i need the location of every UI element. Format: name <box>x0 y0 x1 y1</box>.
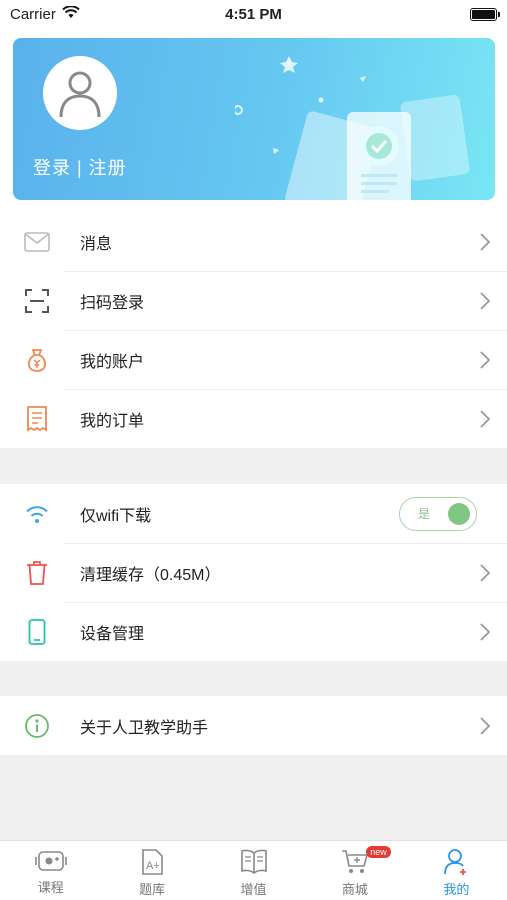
chevron-right-icon <box>463 716 507 736</box>
tab-mine[interactable]: 我的 <box>406 841 507 900</box>
svg-text:A+: A+ <box>146 860 160 872</box>
tab-mall[interactable]: new 商城 <box>304 841 405 900</box>
avatar[interactable] <box>43 56 117 130</box>
wifi-only-toggle[interactable]: 是 <box>399 496 477 531</box>
scan-icon <box>0 288 64 313</box>
tab-label: 课程 <box>37 880 64 895</box>
menu-item-label: 消息 <box>80 235 113 253</box>
chevron-right-icon <box>463 622 507 642</box>
user-avatar-icon <box>59 71 101 118</box>
receipt-icon <box>0 405 64 432</box>
tab-label: 我的 <box>443 882 470 897</box>
course-icon <box>34 851 67 871</box>
menu-item-wifi-only: 仅wifi下载 是 <box>0 484 507 543</box>
profile-banner[interactable]: 登录 | 注册 <box>13 38 495 200</box>
menu-item-scan-login[interactable]: 扫码登录 <box>0 271 507 330</box>
money-bag-icon <box>0 347 64 373</box>
chevron-right-icon <box>463 409 507 429</box>
tab-value-added[interactable]: 增值 <box>203 841 304 900</box>
profile-header: 登录 | 注册 <box>0 28 507 212</box>
chevron-right-icon <box>463 291 507 311</box>
toggle-knob <box>448 502 470 525</box>
menu-group-account: 消息 扫码登录 我的账户 我的订单 <box>0 212 507 448</box>
menu-item-label: 仅wifi下载 <box>80 507 152 525</box>
wifi-icon <box>0 504 64 524</box>
phone-icon <box>0 618 64 645</box>
carrier-label: Carrier <box>10 5 56 23</box>
book-icon <box>240 849 267 874</box>
menu-item-label: 关于人卫教学助手 <box>80 719 209 737</box>
tab-label: 商城 <box>341 882 368 897</box>
menu-group-about: 关于人卫教学助手 <box>0 696 507 755</box>
bottom-tab-bar: 课程 A+ 题库 增值 new 商城 我的 <box>0 840 507 900</box>
menu-item-device-management[interactable]: 设备管理 <box>0 602 507 661</box>
menu-item-label: 我的账户 <box>80 353 145 371</box>
menu-item-about[interactable]: 关于人卫教学助手 <box>0 696 507 755</box>
info-icon <box>0 713 64 739</box>
menu-item-my-orders[interactable]: 我的订单 <box>0 389 507 448</box>
trash-icon <box>0 560 64 586</box>
chevron-right-icon <box>463 563 507 583</box>
wifi-signal-icon <box>62 4 80 23</box>
tab-label: 题库 <box>139 882 166 897</box>
tab-label: 增值 <box>240 882 267 897</box>
menu-item-label: 扫码登录 <box>80 294 145 312</box>
login-register-link[interactable]: 登录 | 注册 <box>33 154 127 180</box>
battery-icon <box>470 7 500 21</box>
mail-icon <box>0 231 64 252</box>
tab-question-bank[interactable]: A+ 题库 <box>101 841 202 900</box>
menu-item-messages[interactable]: 消息 <box>0 212 507 271</box>
menu-item-label: 设备管理 <box>80 625 145 643</box>
question-bank-icon: A+ <box>142 849 163 875</box>
chevron-right-icon <box>463 232 507 252</box>
status-bar: Carrier 4:51 PM <box>0 0 507 28</box>
menu-item-clear-cache[interactable]: 清理缓存（0.45M） <box>0 543 507 602</box>
toggle-text: 是 <box>418 507 431 521</box>
banner-illustration <box>235 56 470 200</box>
menu-item-label: 清理缓存（0.45M） <box>80 566 221 584</box>
new-badge: new <box>366 846 391 858</box>
tab-course[interactable]: 课程 <box>0 841 101 900</box>
chevron-right-icon <box>463 350 507 370</box>
menu-item-my-account[interactable]: 我的账户 <box>0 330 507 389</box>
menu-group-settings: 仅wifi下载 是 清理缓存（0.45M） 设备管理 <box>0 484 507 661</box>
user-icon <box>444 849 467 875</box>
menu-item-label: 我的订单 <box>80 412 145 430</box>
